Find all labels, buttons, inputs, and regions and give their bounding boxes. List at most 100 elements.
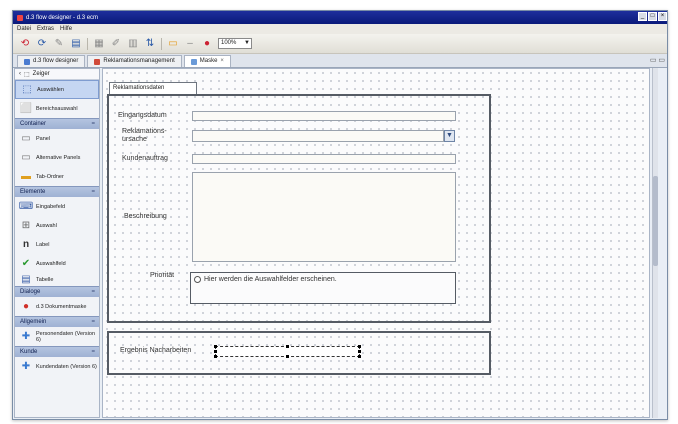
chevron-down-icon[interactable]: ▼ [444,130,455,142]
tool-icon[interactable]: ✐ [110,38,122,50]
flow-icon [24,58,30,65]
resize-handle[interactable] [214,345,217,348]
radio-icon[interactable] [194,276,201,283]
palette-item-alternative-panels[interactable]: ▭ Alternative Panels [15,148,99,167]
app-icon [17,14,23,21]
reklamationsursache-combo[interactable] [192,130,444,142]
collapse-icon[interactable]: = [91,347,95,358]
zoom-select[interactable]: 100% ▼ [218,38,252,49]
palette-group-title: Elemente [20,189,46,195]
palette-group-container[interactable]: Container = [15,118,99,129]
radio-placeholder-text: Hier werden die Auswahlfelder erscheinen… [204,276,337,283]
palette-item-tab-ordner[interactable]: ▬ Tab-Ordner [15,167,99,186]
close-icon[interactable]: × [220,56,224,67]
align-icon[interactable]: ⇅ [144,38,156,50]
label-icon: n [22,238,30,250]
reklamationsursache-label: Reklamations- ursache [122,128,167,143]
tab-label: d.3 flow designer [33,58,79,64]
eingangsdatum-field[interactable] [192,111,456,121]
forward-icon[interactable]: ⟳ [36,38,48,50]
menu-datei[interactable]: Datei [17,26,31,32]
resize-handle[interactable] [358,355,361,358]
checkmark-icon: ✔ [21,257,31,269]
resize-handle[interactable] [286,345,289,348]
palette-panel: ‹ ⬚ Zeiger ⬚ Auswählen ⬜ Bereichsauswahl… [14,68,100,418]
resize-handle[interactable] [214,355,217,358]
input-field-icon: ⌨ [18,200,34,212]
palette-item-bereichsauswahl[interactable]: ⬜ Bereichsauswahl [15,99,99,118]
palette-item-label: Auswahlfeld [36,260,66,267]
ergebnis-label: Ergebnis Nacharbeiten [120,347,192,354]
palette-item-label: Bereichsauswahl [36,105,78,112]
palette-item-kundendaten[interactable]: ✚ Kundendaten (Version 6) [15,357,99,376]
palette-item-label: Kundendaten (Version 6) [36,363,97,370]
palette-item-label[interactable]: n Label [15,235,99,254]
resize-handle[interactable] [358,345,361,348]
palette-group-title: Kunde [20,349,38,355]
vertical-scrollbar[interactable] [652,68,658,418]
palette-item-auswahl[interactable]: ⊞ Auswahl [15,216,99,235]
tab-reklamationsmanagement[interactable]: Reklamationsmanagement [87,55,182,67]
zoom-out-icon[interactable]: – [184,38,196,50]
edit-icon[interactable]: ✎ [53,38,65,50]
maximize-icon[interactable]: □ [648,12,657,21]
zoom-value: 100% [221,40,237,46]
palette-item-dokumentmaske[interactable]: ● d.3 Dokumentmaske [15,297,99,316]
collapse-icon[interactable]: = [91,317,95,328]
view-menu-icon[interactable]: ▭ ▭ [650,56,665,64]
table-icon: ▤ [21,273,31,285]
palette-group-kunde[interactable]: Kunde = [15,346,99,357]
kundenauftrag-label: Kundenauftrag [122,155,168,162]
help-icon[interactable]: ● [201,38,213,50]
beschreibung-textarea[interactable] [192,172,456,262]
puzzle-icon: ✚ [21,330,31,342]
minimize-icon[interactable]: _ [638,12,647,21]
scrollbar-thumb[interactable] [653,176,658,266]
collapse-icon[interactable]: = [91,187,95,198]
menu-hilfe[interactable]: Hilfe [60,26,72,32]
palette-item-panel[interactable]: ▭ Panel [15,129,99,148]
tab-maske[interactable]: Maske × [183,55,231,67]
kundenauftrag-field[interactable] [192,154,456,164]
menu-extras[interactable]: Extras [37,26,54,32]
menu-bar: Datei Extras Hilfe [13,24,667,34]
resize-handle[interactable] [358,350,361,353]
palette-item-auswaehlen[interactable]: ⬚ Auswählen [15,80,99,99]
back-icon[interactable]: ⟲ [19,38,31,50]
palette-top-label: Zeiger [32,71,50,77]
tab-flow-designer[interactable]: d.3 flow designer [17,55,86,67]
palette-item-label: Personendaten (Version 6) [36,330,96,343]
collapse-icon[interactable]: = [91,119,95,130]
resize-handle[interactable] [214,350,217,353]
palette-header: ‹ ⬚ Zeiger [15,69,99,80]
palette-group-allgemein[interactable]: Allgemein = [15,316,99,327]
palette-group-elemente[interactable]: Elemente = [15,186,99,197]
collapse-icon[interactable]: = [91,287,95,298]
chevron-left-icon[interactable]: ‹ [19,71,21,77]
palette-item-auswahlfeld[interactable]: ✔ Auswahlfeld [15,254,99,273]
palette-item-eingabefeld[interactable]: ⌨ Eingabefeld [15,197,99,216]
panel-icon: ▭ [21,132,31,144]
beschreibung-label: Beschreibung [124,213,167,220]
palette-item-personendaten[interactable]: ✚ Personendaten (Version 6) [15,327,99,346]
mask-icon [190,58,197,65]
panel-title-tab[interactable]: Reklamationsdaten [109,82,197,94]
grid-icon[interactable]: ▦ [93,38,105,50]
editor-tabs: d.3 flow designer Reklamationsmanagement… [13,54,667,68]
resize-handle[interactable] [286,355,289,358]
folder-icon[interactable]: ▭ [167,38,179,50]
tab-label: Reklamationsmanagement [103,58,175,64]
radio-placeholder: Hier werden die Auswahlfelder erscheinen… [194,276,337,283]
palette-item-label: Panel [36,135,51,142]
document-icon[interactable]: ▤ [70,38,82,50]
palette-group-dialoge[interactable]: Dialoge = [15,286,99,297]
palette-group-title: Allgemein [20,319,47,325]
folder-icon: ▬ [21,170,31,182]
layout-icon[interactable]: ▥ [127,38,139,50]
close-icon[interactable]: × [658,12,667,21]
pointer-icon: ⬚ [24,71,30,78]
palette-item-tabelle[interactable]: ▤ Tabelle [15,273,99,286]
window-title: d.3 flow designer - d.3 ecm [26,14,99,21]
window-controls: _ □ × [638,12,667,21]
palette-item-label: Tab-Ordner [36,173,64,180]
